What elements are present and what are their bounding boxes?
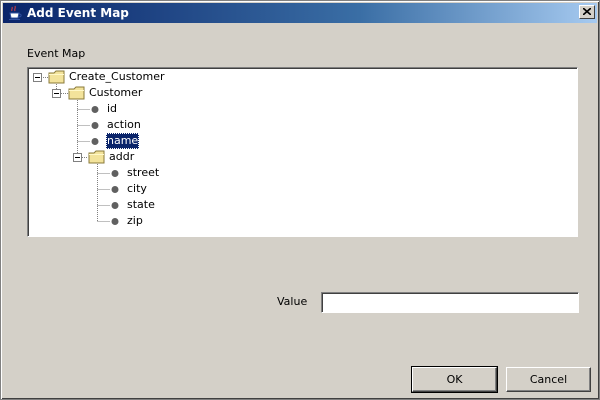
tree-node-label: zip <box>127 214 143 227</box>
tree-node-addr[interactable]: addr <box>88 149 168 165</box>
tree-node-name[interactable]: name <box>90 133 170 149</box>
tree-node-label: addr <box>109 150 135 163</box>
leaf-dot-icon <box>91 122 99 129</box>
tree-node-city[interactable]: city <box>110 181 190 197</box>
value-input[interactable] <box>321 292 579 313</box>
leaf-dot-icon <box>91 106 99 113</box>
tree-node-customer[interactable]: Customer <box>68 85 168 101</box>
expander-customer[interactable] <box>52 89 61 98</box>
folder-icon <box>88 150 105 164</box>
folder-icon <box>68 86 85 100</box>
value-label: Value <box>277 295 308 308</box>
folder-icon <box>48 70 65 84</box>
leaf-dot-icon <box>111 218 119 225</box>
tree-node-action[interactable]: action <box>90 117 170 133</box>
expander-create-customer[interactable] <box>33 73 42 82</box>
cancel-button[interactable]: Cancel <box>506 367 591 392</box>
leaf-dot-icon <box>111 170 119 177</box>
tree-node-create-customer[interactable]: Create_Customer <box>48 69 188 85</box>
tree-node-label: street <box>127 166 160 179</box>
leaf-dot-icon <box>111 186 119 193</box>
tree-node-label: action <box>107 118 141 131</box>
leaf-dot-icon <box>111 202 119 209</box>
java-coffee-icon <box>9 5 22 20</box>
tree-node-zip[interactable]: zip <box>110 213 190 229</box>
add-event-map-dialog: Add Event Map Event Map Create_Customer … <box>0 0 600 400</box>
tree-node-label: Customer <box>89 86 143 99</box>
tree-node-label: Create_Customer <box>69 70 165 83</box>
window-title: Add Event Map <box>27 6 129 20</box>
tree-node-label: state <box>127 198 155 211</box>
tree-node-state[interactable]: state <box>110 197 190 213</box>
title-bar[interactable]: Add Event Map <box>3 3 597 23</box>
event-map-label: Event Map <box>27 47 86 60</box>
tree-node-label-selected: name <box>106 133 140 149</box>
tree-node-label: id <box>107 102 118 115</box>
expander-addr[interactable] <box>73 153 82 162</box>
leaf-dot-icon <box>91 138 99 145</box>
close-button[interactable] <box>579 5 595 19</box>
close-icon <box>583 8 591 15</box>
tree-node-id[interactable]: id <box>90 101 150 117</box>
tree-node-label: city <box>127 182 147 195</box>
event-map-tree[interactable]: Create_Customer Customer id action name … <box>27 67 578 237</box>
tree-node-street[interactable]: street <box>110 165 190 181</box>
ok-button[interactable]: OK <box>411 366 498 393</box>
